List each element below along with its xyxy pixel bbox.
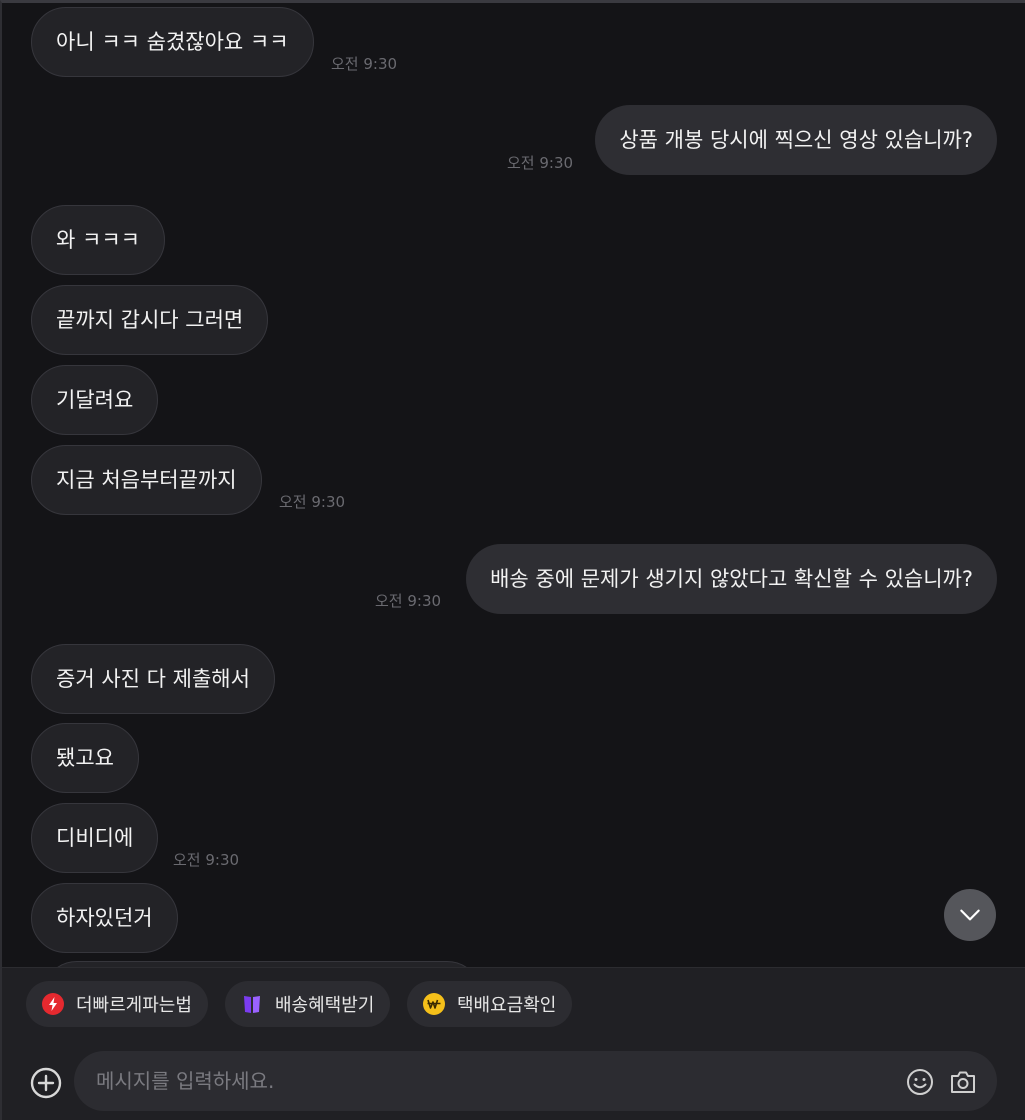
message-bubble-outgoing: 상품 개봉 당시에 찍으신 영상 있습니까? xyxy=(595,105,997,175)
quick-action-shipping-rate[interactable]: 택배요금확인 xyxy=(407,981,573,1027)
message-list[interactable]: 아니 ㅋㅋ 숨겼잖아요 ㅋㅋ 오전 9:30 상품 개봉 당시에 찍으신 영상 … xyxy=(2,3,1025,967)
message-timestamp: 오전 9:30 xyxy=(507,154,574,172)
message-bubble-incoming: 하자있던거 xyxy=(31,883,178,953)
message-bubble-incoming: 끝까지 갑시다 그러면 xyxy=(31,285,269,355)
chat-window: 아니 ㅋㅋ 숨겼잖아요 ㅋㅋ 오전 9:30 상품 개봉 당시에 찍으신 영상 … xyxy=(0,0,1025,1120)
message-timestamp: 오전 9:30 xyxy=(279,493,346,511)
smiley-icon[interactable] xyxy=(906,1068,934,1096)
message-bubble-incoming: 디비디에 xyxy=(31,803,159,873)
quick-action-label: 택배요금확인 xyxy=(457,995,557,1016)
quick-action-sell-faster[interactable]: 더빠르게파는법 xyxy=(26,981,208,1027)
lightning-icon xyxy=(42,993,64,1015)
won-coin-icon xyxy=(423,993,445,1015)
quick-action-label: 더빠르게파는법 xyxy=(76,995,192,1016)
scroll-to-bottom-button[interactable] xyxy=(944,889,996,941)
message-bubble-incoming: 아니 ㅋㅋ 숨겼잖아요 ㅋㅋ xyxy=(31,7,314,77)
message-timestamp: 오전 9:30 xyxy=(331,55,398,73)
gift-box-icon xyxy=(241,993,263,1015)
quick-action-shipping-benefit[interactable]: 배송혜택받기 xyxy=(225,981,391,1027)
message-composer xyxy=(2,1040,1025,1120)
message-bubble-incoming: 증거 사진 다 제출해서 xyxy=(31,644,275,714)
message-bubble-incoming: 됐고요 xyxy=(31,723,139,793)
plus-circle-icon[interactable] xyxy=(30,1067,62,1099)
chevron-down-icon xyxy=(960,909,980,921)
quick-action-bar: 더빠르게파는법 배송혜택받기 택배요금확인 xyxy=(2,967,1025,1041)
camera-icon[interactable] xyxy=(949,1068,977,1096)
message-timestamp: 오전 9:30 xyxy=(375,592,442,610)
message-bubble-incoming: 와 ㅋㅋㅋ xyxy=(31,205,165,275)
message-input[interactable] xyxy=(74,1051,997,1111)
message-timestamp: 오전 9:30 xyxy=(173,851,240,869)
quick-action-label: 배송혜택받기 xyxy=(275,995,375,1016)
message-bubble-incoming: 기달려요 xyxy=(31,365,159,435)
message-bubble-outgoing: 배송 중에 문제가 생기지 않았다고 확신할 수 있습니까? xyxy=(466,544,997,614)
message-bubble-incoming: 지금 처음부터끝까지 xyxy=(31,445,262,515)
